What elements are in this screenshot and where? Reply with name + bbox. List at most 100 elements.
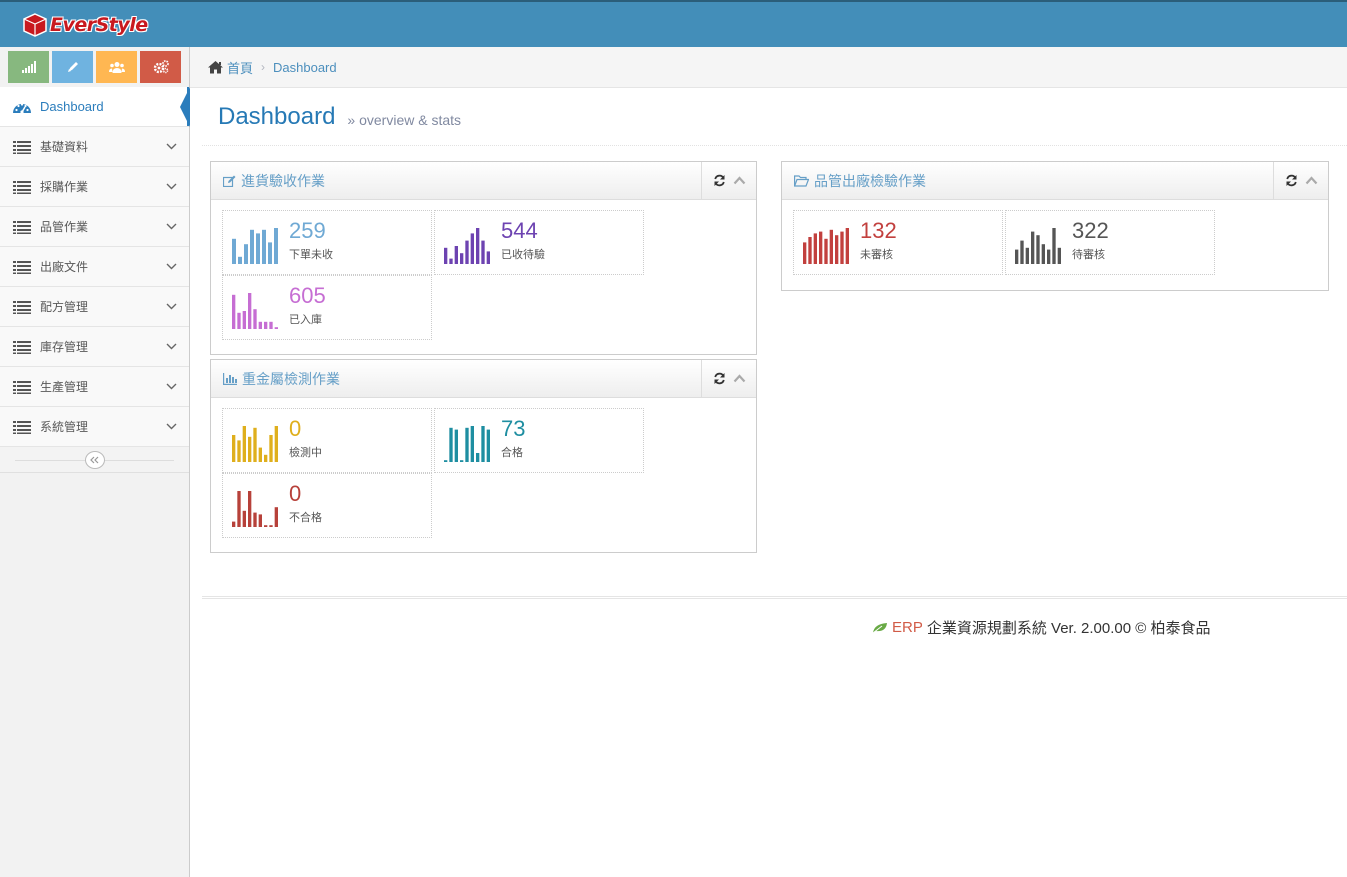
sparkline-bar bbox=[1047, 249, 1051, 264]
refresh-icon[interactable] bbox=[712, 174, 726, 188]
breadcrumb-current: Dashboard bbox=[273, 59, 337, 75]
stat-text: 544 已收待驗 bbox=[501, 218, 545, 262]
stat-passed[interactable]: 73 合格 bbox=[434, 408, 644, 473]
shortcut-signal-button[interactable] bbox=[8, 51, 49, 83]
sparkline-bar bbox=[465, 240, 469, 264]
sparkline-bar bbox=[449, 258, 453, 264]
sparkline-bar bbox=[244, 243, 248, 264]
list-icon bbox=[12, 299, 32, 315]
sparkline-bar bbox=[454, 245, 458, 264]
sidebar-item-label: 配方管理 bbox=[40, 300, 89, 314]
sparkline-bar bbox=[454, 429, 458, 462]
list-icon bbox=[12, 379, 32, 395]
sparkline-bar bbox=[258, 447, 262, 462]
sidebar-item-label: Dashboard bbox=[40, 99, 104, 114]
stat-label: 已入庫 bbox=[289, 313, 322, 326]
folder-open-icon bbox=[794, 174, 809, 187]
home-icon bbox=[208, 61, 223, 74]
stat-value: 73 bbox=[501, 415, 526, 441]
widget-title-text: 重金屬檢測作業 bbox=[242, 370, 340, 387]
sidebar-item-inventory-management[interactable]: 庫存管理 bbox=[0, 327, 189, 367]
stat-pending-review[interactable]: 322 待審核 bbox=[1005, 210, 1215, 275]
sparkline-bar bbox=[248, 490, 252, 527]
sidebar-item-label: 品管作業 bbox=[40, 220, 89, 234]
breadcrumb: 首頁 › Dashboard bbox=[190, 47, 1347, 88]
sidebar: Dashboard 基礎資料 採購作業 品管作業 出廠文件 配方管理 庫存管理 … bbox=[0, 47, 190, 877]
chevron-down-icon bbox=[159, 343, 183, 350]
sparkline-bar bbox=[1041, 243, 1045, 264]
sidebar-item-purchasing[interactable]: 採購作業 bbox=[0, 167, 189, 207]
stat-text: 605 已入庫 bbox=[289, 283, 326, 327]
stat-label: 待審核 bbox=[1072, 248, 1105, 261]
sparkline-bar bbox=[237, 312, 241, 329]
breadcrumb-separator-icon: › bbox=[261, 60, 266, 74]
breadcrumb-home-link[interactable]: 首頁 bbox=[207, 58, 253, 77]
sparkline-bar bbox=[449, 427, 453, 462]
sparkline-bar bbox=[444, 459, 448, 462]
sparkline-chart bbox=[803, 227, 849, 264]
widget-toolbar bbox=[701, 360, 756, 397]
sidebar-item-production-management[interactable]: 生產管理 bbox=[0, 367, 189, 407]
sidebar-item-quality-control[interactable]: 品管作業 bbox=[0, 207, 189, 247]
footer-text: ERP 企業資源規劃系統 Ver. 2.00.00 © 柏泰食品 bbox=[872, 617, 1210, 638]
sidebar-item-formula-management[interactable]: 配方管理 bbox=[0, 287, 189, 327]
refresh-icon[interactable] bbox=[712, 372, 726, 386]
sidebar-collapse-bar bbox=[0, 447, 189, 473]
widget-body: 0 檢測中 73 合格 0 不合格 bbox=[211, 398, 756, 548]
leaf-icon bbox=[872, 622, 887, 633]
sparkline-chart bbox=[1015, 227, 1061, 264]
stat-value: 259 bbox=[289, 217, 326, 243]
list-icon bbox=[12, 179, 32, 195]
stat-stocked-in[interactable]: 605 已入庫 bbox=[222, 275, 432, 340]
chevron-down-icon bbox=[159, 423, 183, 430]
stat-failed[interactable]: 0 不合格 bbox=[222, 473, 432, 538]
sparkline-bar bbox=[269, 434, 273, 462]
stat-value: 322 bbox=[1072, 217, 1109, 243]
chevron-up-icon[interactable] bbox=[732, 372, 746, 386]
widget-header: 進貨驗收作業 bbox=[211, 162, 756, 200]
brand-logo-link[interactable]: EverStyle bbox=[22, 11, 148, 39]
footer: ERP 企業資源規劃系統 Ver. 2.00.00 © 柏泰食品 bbox=[202, 596, 1347, 652]
sparkline-bar bbox=[248, 436, 252, 462]
shortcut-cogs-button[interactable] bbox=[140, 51, 181, 83]
shortcut-users-button[interactable] bbox=[96, 51, 137, 83]
sparkline-bar bbox=[819, 231, 823, 264]
shortcut-pencil-button[interactable] bbox=[52, 51, 93, 83]
sidebar-item-basic-data[interactable]: 基礎資料 bbox=[0, 127, 189, 167]
stat-unreceived-orders[interactable]: 259 下單未收 bbox=[222, 210, 432, 275]
sidebar-item-system-management[interactable]: 系統管理 bbox=[0, 407, 189, 447]
sparkline-chart bbox=[232, 227, 278, 264]
sidebar-item-label: 採購作業 bbox=[40, 180, 89, 194]
stat-unreviewed[interactable]: 132 未審核 bbox=[793, 210, 1003, 275]
stat-testing[interactable]: 0 檢測中 bbox=[222, 408, 432, 473]
bar-chart-icon bbox=[223, 372, 237, 385]
sparkline-bar bbox=[1052, 227, 1056, 264]
sparkline-bar bbox=[237, 439, 241, 462]
sparkline-bar bbox=[232, 434, 236, 462]
stat-received-pending-inspection[interactable]: 544 已收待驗 bbox=[434, 210, 644, 275]
sparkline-chart bbox=[444, 227, 490, 264]
sparkline-bar bbox=[237, 490, 241, 527]
widget-title: 重金屬檢測作業 bbox=[223, 369, 340, 389]
sparkline-bar bbox=[264, 524, 268, 527]
stat-text: 73 合格 bbox=[501, 416, 525, 460]
sidebar-shortcuts bbox=[0, 47, 189, 87]
sparkline-bar bbox=[268, 241, 272, 264]
sparkline-bar bbox=[253, 308, 257, 329]
sparkline-bar bbox=[486, 429, 490, 462]
chevron-down-icon bbox=[159, 303, 183, 310]
sparkline-bar bbox=[242, 310, 246, 329]
list-icon bbox=[12, 139, 32, 155]
sidebar-collapse-button[interactable] bbox=[84, 450, 105, 469]
chevron-up-icon[interactable] bbox=[732, 174, 746, 188]
sidebar-item-shipping-documents[interactable]: 出廠文件 bbox=[0, 247, 189, 287]
sidebar-item-dashboard[interactable]: Dashboard bbox=[0, 87, 190, 127]
sparkline-bar bbox=[803, 241, 807, 264]
refresh-icon[interactable] bbox=[1284, 174, 1298, 188]
stat-value: 544 bbox=[501, 217, 538, 243]
stat-value: 0 bbox=[289, 415, 302, 441]
sparkline-bar bbox=[835, 234, 839, 264]
chevron-up-icon[interactable] bbox=[1304, 174, 1318, 188]
sparkline-bar bbox=[840, 231, 844, 264]
widget-title-text: 進貨驗收作業 bbox=[241, 172, 325, 189]
